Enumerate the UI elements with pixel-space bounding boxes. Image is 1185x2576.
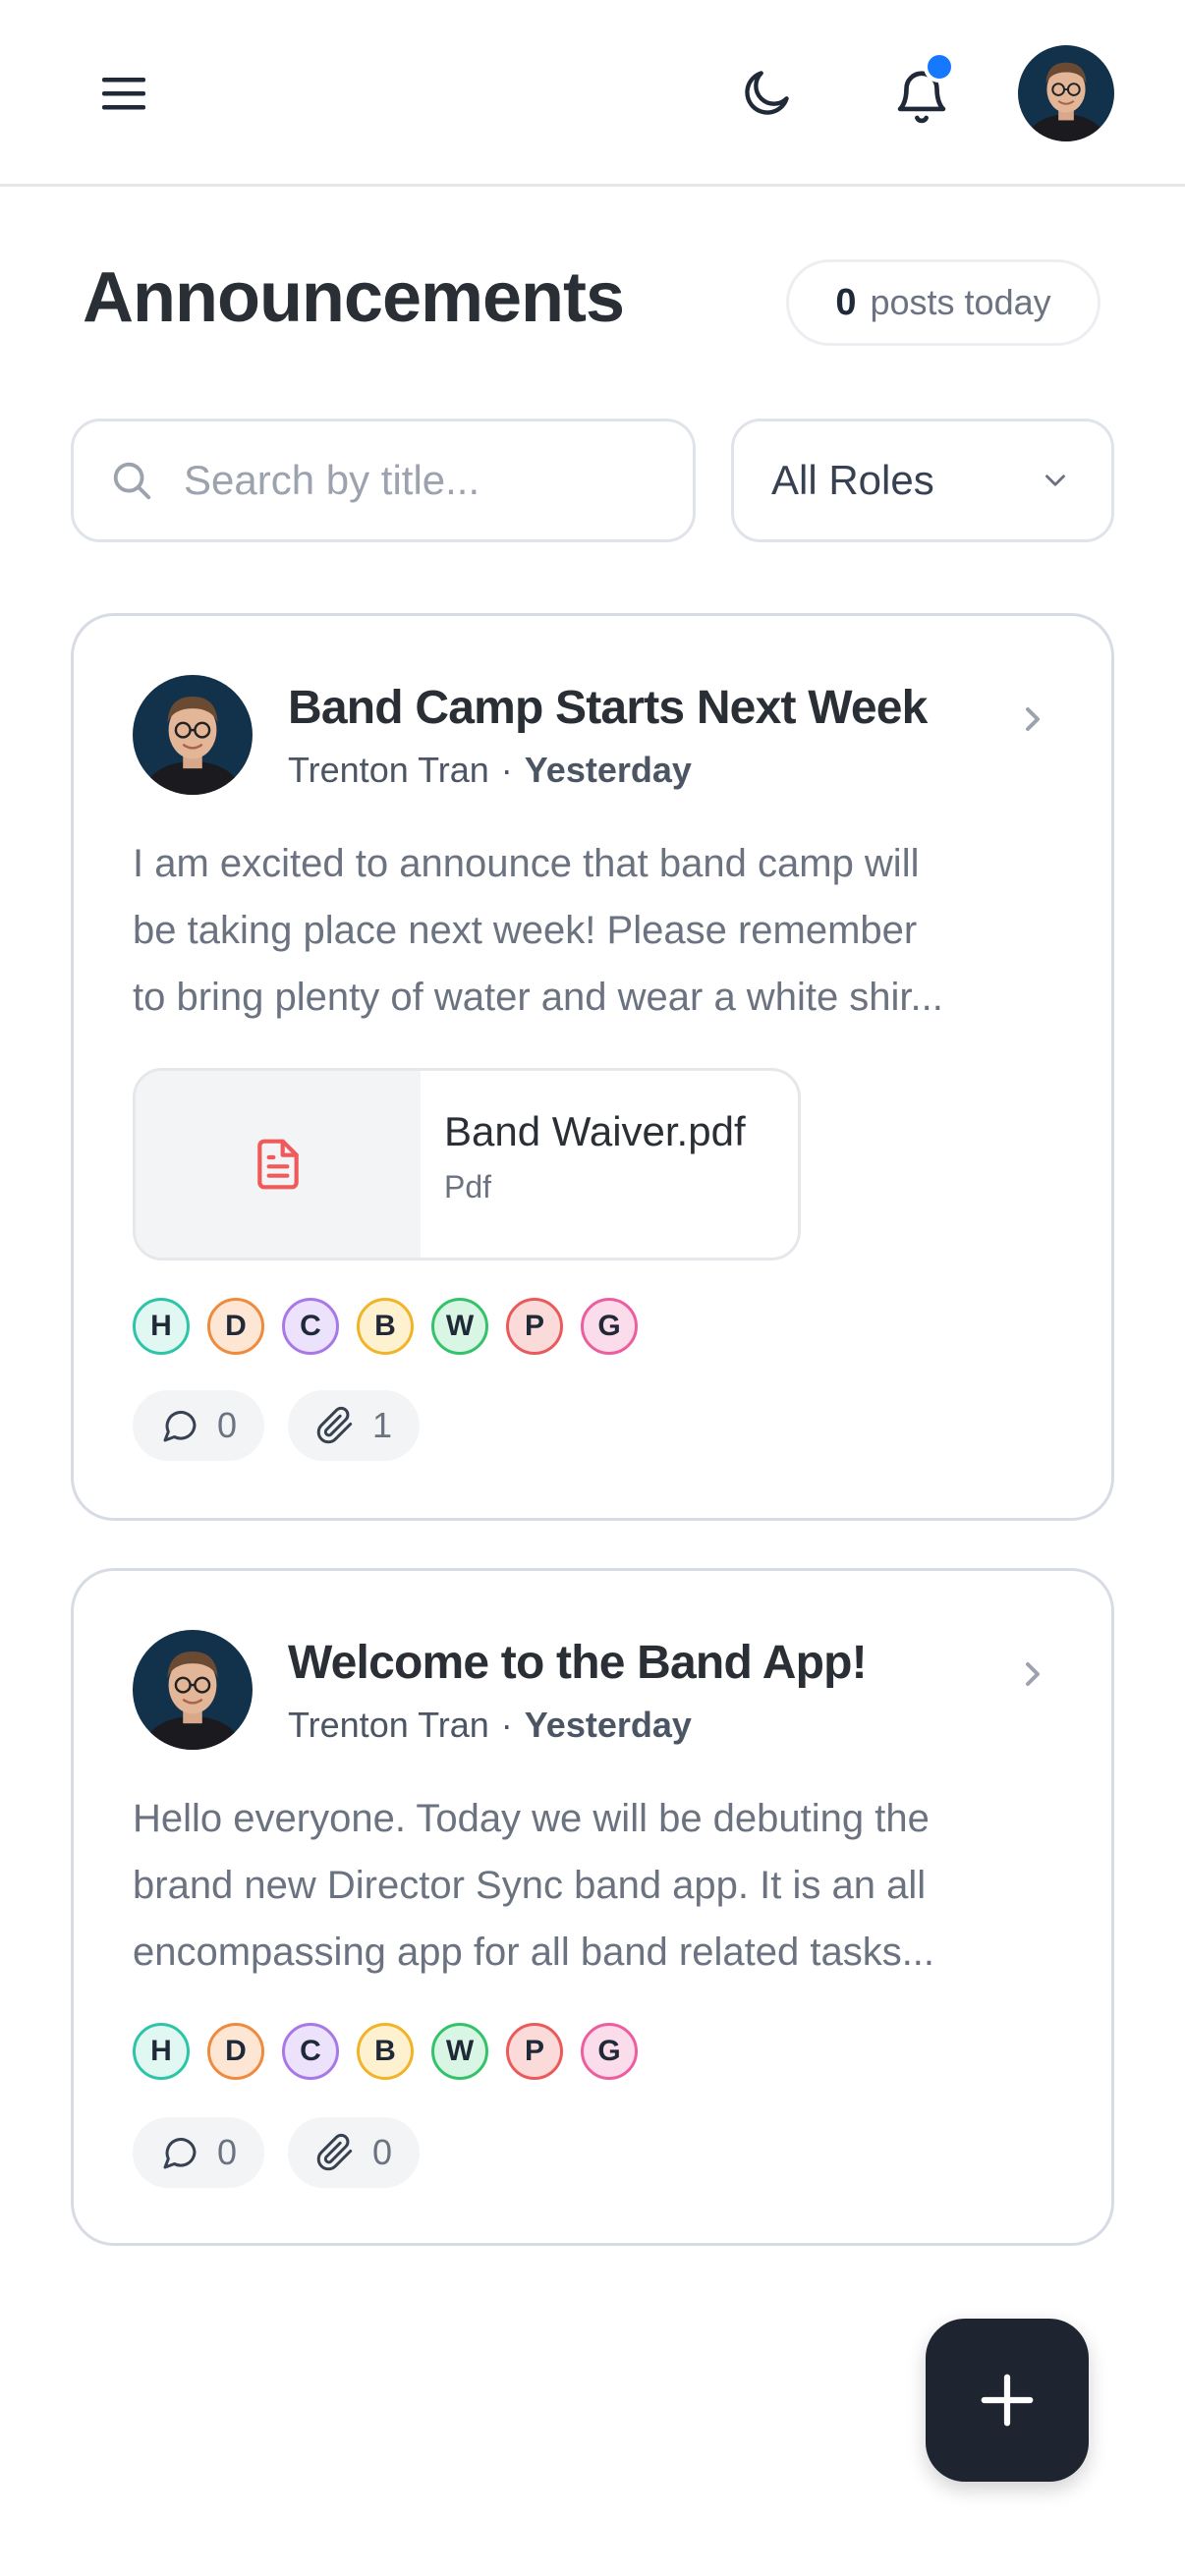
hamburger-menu-icon xyxy=(102,78,145,110)
role-filter-value: All Roles xyxy=(771,457,934,503)
author-avatar xyxy=(133,1630,253,1750)
comments-count-chip[interactable]: 0 xyxy=(133,2117,265,2188)
moon-icon xyxy=(745,71,789,115)
posts-today-badge: 0 posts today xyxy=(786,259,1100,346)
meta-separator: · xyxy=(500,1705,513,1745)
page-title: Announcements xyxy=(83,258,625,337)
role-badge: H xyxy=(133,1298,190,1355)
search-input[interactable] xyxy=(182,456,657,505)
author-name: Trenton Tran xyxy=(288,750,489,790)
announcement-card[interactable]: Welcome to the Band App! Trenton Tran · Ye… xyxy=(71,1568,1114,2246)
posted-time: Yesterday xyxy=(524,750,692,790)
comments-count: 0 xyxy=(217,1405,238,1445)
announcement-meta: Trenton Tran · Yesterday xyxy=(288,1705,692,1746)
attachments-count-chip[interactable]: 0 xyxy=(288,2117,421,2188)
paperclip-icon xyxy=(316,1406,353,1444)
announcement-title: Band Camp Starts Next Week xyxy=(288,682,928,734)
menu-button[interactable] xyxy=(94,59,153,128)
role-badge: C xyxy=(282,1298,339,1355)
search-field[interactable] xyxy=(71,419,696,542)
role-badge: B xyxy=(357,2023,414,2080)
announcement-stats: 0 0 xyxy=(133,2117,421,2188)
comment-icon xyxy=(163,2138,197,2169)
unread-notification-dot xyxy=(924,51,955,83)
role-badge: C xyxy=(282,2023,339,2080)
role-badge: D xyxy=(207,1298,264,1355)
posts-today-label: posts today xyxy=(870,282,1051,322)
role-badge: H xyxy=(133,2023,190,2080)
comment-icon xyxy=(163,1411,197,1442)
preview-line: brand new Director Sync band app. It is … xyxy=(133,1864,927,1907)
announcement-preview: Hello everyone. Today we will be debutin… xyxy=(133,1785,1056,1986)
posted-time: Yesterday xyxy=(524,1705,692,1745)
announcement-title: Welcome to the Band App! xyxy=(288,1637,868,1689)
role-badge: W xyxy=(431,1298,488,1355)
role-badge: G xyxy=(581,1298,638,1355)
role-badge: W xyxy=(431,2023,488,2080)
preview-line: Hello everyone. Today we will be debutin… xyxy=(133,1797,930,1840)
role-badge: B xyxy=(357,1298,414,1355)
avatar-image xyxy=(1018,45,1114,141)
preview-line: I am excited to announce that band camp … xyxy=(133,842,920,885)
announcement-preview: I am excited to announce that band camp … xyxy=(133,830,1056,1031)
role-badge: G xyxy=(581,2023,638,2080)
plus-icon xyxy=(981,2374,1034,2427)
attachment-type: Pdf xyxy=(444,1169,492,1204)
chevron-down-icon xyxy=(1045,475,1065,486)
role-filter-select[interactable]: All Roles xyxy=(731,419,1114,542)
role-badge: P xyxy=(506,1298,563,1355)
preview-line: encompassing app for all band related ta… xyxy=(133,1931,935,1974)
theme-toggle-button[interactable] xyxy=(732,59,801,128)
author-name: Trenton Tran xyxy=(288,1705,489,1745)
attachment-tile[interactable]: Band Waiver.pdf Pdf xyxy=(133,1068,801,1260)
role-badges: H D C B W P G xyxy=(133,1298,638,1355)
attachments-count: 0 xyxy=(372,2132,393,2172)
meta-separator: · xyxy=(500,750,513,790)
preview-line: be taking place next week! Please rememb… xyxy=(133,909,918,952)
notifications-button[interactable] xyxy=(882,51,961,136)
chevron-right-icon xyxy=(1026,707,1040,731)
author-avatar xyxy=(133,675,253,795)
top-app-bar xyxy=(0,0,1185,187)
announcement-card[interactable]: Band Camp Starts Next Week Trenton Tran ·… xyxy=(71,613,1114,1521)
comments-count-chip[interactable]: 0 xyxy=(133,1390,265,1461)
attachment-name: Band Waiver.pdf xyxy=(444,1108,746,1154)
attachments-count-chip[interactable]: 1 xyxy=(288,1390,421,1461)
announcement-meta: Trenton Tran · Yesterday xyxy=(288,750,692,791)
role-badge: P xyxy=(506,2023,563,2080)
search-icon xyxy=(113,462,151,500)
user-avatar[interactable] xyxy=(1018,45,1114,141)
attachments-count: 1 xyxy=(372,1405,393,1445)
role-badges: H D C B W P G xyxy=(133,2023,638,2080)
preview-line: to bring plenty of water and wear a whit… xyxy=(133,976,943,1019)
announcement-stats: 0 1 xyxy=(133,1390,421,1461)
chevron-right-icon xyxy=(1026,1662,1040,1686)
role-badge: D xyxy=(207,2023,264,2080)
paperclip-icon xyxy=(316,2133,353,2171)
posts-today-count: 0 xyxy=(835,281,857,323)
document-icon xyxy=(257,1139,299,1190)
new-announcement-button[interactable] xyxy=(926,2319,1089,2482)
comments-count: 0 xyxy=(217,2132,238,2172)
attachment-thumbnail xyxy=(136,1071,421,1258)
